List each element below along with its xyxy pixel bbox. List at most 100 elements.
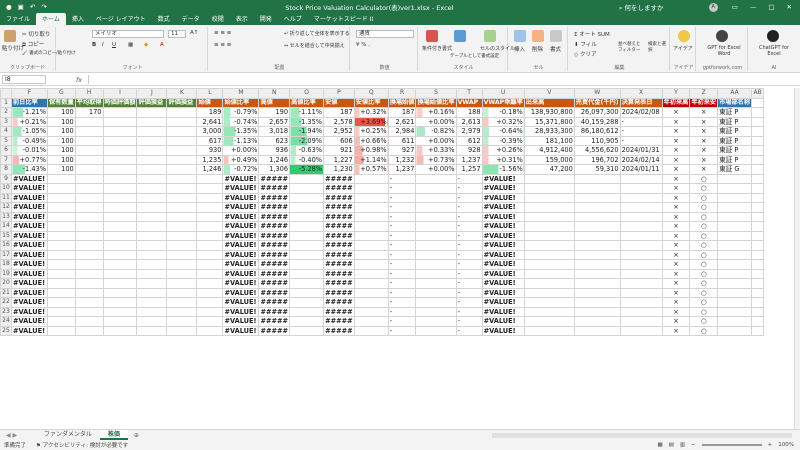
- table-cell-O17[interactable]: [289, 249, 325, 260]
- table-cell-V22[interactable]: [523, 297, 575, 308]
- table-cell-I4[interactable]: [102, 126, 138, 137]
- table-cell-U4[interactable]: -0.64%: [481, 126, 525, 137]
- table-cell-Y20[interactable]: ×: [661, 278, 691, 289]
- table-cell-S18[interactable]: [415, 259, 457, 270]
- table-cell-AA21[interactable]: [717, 287, 753, 298]
- row-header-11[interactable]: 11: [0, 192, 12, 203]
- table-cell-W18[interactable]: [573, 259, 621, 270]
- table-cell-G9[interactable]: [47, 173, 76, 184]
- table-cell-AB3[interactable]: [751, 116, 765, 127]
- table-cell-K4[interactable]: [166, 126, 198, 137]
- table-cell-Q8[interactable]: +0.57%: [353, 164, 389, 175]
- table-cell-I24[interactable]: [102, 316, 138, 327]
- table-cell-O3[interactable]: -1.35%: [289, 116, 325, 127]
- table-cell-F21[interactable]: #VALUE!: [11, 287, 48, 298]
- table-cell-M4[interactable]: -1.35%: [222, 126, 260, 137]
- table-cell-X4[interactable]: -: [619, 126, 663, 137]
- table-cell-U23[interactable]: #VALUE!: [481, 306, 525, 317]
- table-cell-I17[interactable]: [102, 249, 138, 260]
- table-cell-R24[interactable]: -: [387, 316, 417, 327]
- table-cell-X19[interactable]: [619, 268, 663, 279]
- menu-tab-5[interactable]: データ: [176, 13, 206, 25]
- table-cell-Z12[interactable]: ○: [689, 202, 719, 213]
- table-cell-Z7[interactable]: ×: [689, 154, 719, 165]
- table-cell-W17[interactable]: [573, 249, 621, 260]
- table-cell-AA11[interactable]: [717, 192, 753, 203]
- table-cell-AB21[interactable]: [751, 287, 765, 298]
- table-cell-Q13[interactable]: [353, 211, 389, 222]
- table-cell-O6[interactable]: -0.63%: [289, 145, 325, 156]
- table-cell-J14[interactable]: [136, 221, 168, 232]
- menu-tab-0[interactable]: ファイル: [0, 13, 36, 25]
- table-cell-P15[interactable]: #####: [323, 230, 355, 241]
- format-table-icon[interactable]: [454, 30, 466, 42]
- table-cell-K11[interactable]: [166, 192, 198, 203]
- table-cell-L4[interactable]: 3,000: [196, 126, 224, 137]
- table-cell-G11[interactable]: [47, 192, 76, 203]
- column-header-AA[interactable]: AA: [717, 88, 753, 99]
- table-cell-T25[interactable]: -: [455, 325, 483, 336]
- table-cell-X3[interactable]: -: [619, 116, 663, 127]
- table-cell-I23[interactable]: [102, 306, 138, 317]
- table-cell-X17[interactable]: [619, 249, 663, 260]
- avatar[interactable]: A: [708, 2, 718, 12]
- table-cell-H15[interactable]: [74, 230, 104, 241]
- normal-view-icon[interactable]: ▦: [657, 442, 662, 448]
- table-cell-S15[interactable]: [415, 230, 457, 241]
- table-cell-P3[interactable]: 2,578: [323, 116, 355, 127]
- table-cell-F24[interactable]: #VALUE!: [11, 316, 48, 327]
- table-cell-O23[interactable]: [289, 306, 325, 317]
- table-cell-O25[interactable]: [289, 325, 325, 336]
- table-cell-O5[interactable]: -2.09%: [289, 135, 325, 146]
- table-cell-G7[interactable]: 100: [47, 154, 76, 165]
- fill-button[interactable]: ⬇ フィル: [574, 40, 597, 48]
- table-cell-AA2[interactable]: 東証 P: [717, 107, 753, 118]
- table-cell-J16[interactable]: [136, 240, 168, 251]
- table-cell-M25[interactable]: #VALUE!: [222, 325, 260, 336]
- table-cell-L3[interactable]: 2,641: [196, 116, 224, 127]
- table-cell-U16[interactable]: #VALUE!: [481, 240, 525, 251]
- table-cell-J22[interactable]: [136, 297, 168, 308]
- table-cell-I8[interactable]: [102, 164, 138, 175]
- table-cell-L19[interactable]: [196, 268, 224, 279]
- table-cell-Z17[interactable]: ○: [689, 249, 719, 260]
- table-cell-G6[interactable]: 100: [47, 145, 76, 156]
- table-cell-H17[interactable]: [74, 249, 104, 260]
- table-cell-M21[interactable]: #VALUE!: [222, 287, 260, 298]
- table-cell-N22[interactable]: #####: [258, 297, 291, 308]
- table-cell-T2[interactable]: 188: [455, 107, 483, 118]
- table-cell-T17[interactable]: -: [455, 249, 483, 260]
- column-header-N[interactable]: N: [258, 88, 291, 99]
- table-cell-N10[interactable]: #####: [258, 183, 291, 194]
- table-cell-J6[interactable]: [136, 145, 168, 156]
- table-cell-O4[interactable]: -1.94%: [289, 126, 325, 137]
- table-cell-J7[interactable]: [136, 154, 168, 165]
- table-cell-R3[interactable]: 2,621: [387, 116, 417, 127]
- table-cell-W19[interactable]: [573, 268, 621, 279]
- table-cell-P13[interactable]: #####: [323, 211, 355, 222]
- table-cell-I6[interactable]: [102, 145, 138, 156]
- table-cell-X7[interactable]: 2024/02/14: [619, 154, 663, 165]
- table-cell-O7[interactable]: -0.40%: [289, 154, 325, 165]
- conditional-format-icon[interactable]: [426, 30, 438, 42]
- table-cell-Y19[interactable]: ×: [661, 268, 691, 279]
- cut-button[interactable]: ✂ 切り取り: [22, 30, 50, 38]
- row-header-24[interactable]: 24: [0, 316, 12, 327]
- table-cell-P11[interactable]: #####: [323, 192, 355, 203]
- table-cell-AA12[interactable]: [717, 202, 753, 213]
- table-cell-Y5[interactable]: ×: [661, 135, 691, 146]
- conditional-format-button[interactable]: 条件付き書式: [422, 45, 452, 52]
- column-header-X[interactable]: X: [619, 88, 663, 99]
- table-cell-Y24[interactable]: ×: [661, 316, 691, 327]
- table-cell-M13[interactable]: #VALUE!: [222, 211, 260, 222]
- table-cell-AA22[interactable]: [717, 297, 753, 308]
- table-cell-Y18[interactable]: ×: [661, 259, 691, 270]
- column-header-V[interactable]: V: [523, 88, 575, 99]
- table-cell-S23[interactable]: [415, 306, 457, 317]
- paste-button[interactable]: 貼り付け: [2, 44, 24, 52]
- table-cell-I14[interactable]: [102, 221, 138, 232]
- table-cell-H24[interactable]: [74, 316, 104, 327]
- table-cell-Q6[interactable]: +0.98%: [353, 145, 389, 156]
- header-cell-G[interactable]: 保有数量: [47, 97, 76, 108]
- table-cell-W3[interactable]: 40,159,288: [573, 116, 621, 127]
